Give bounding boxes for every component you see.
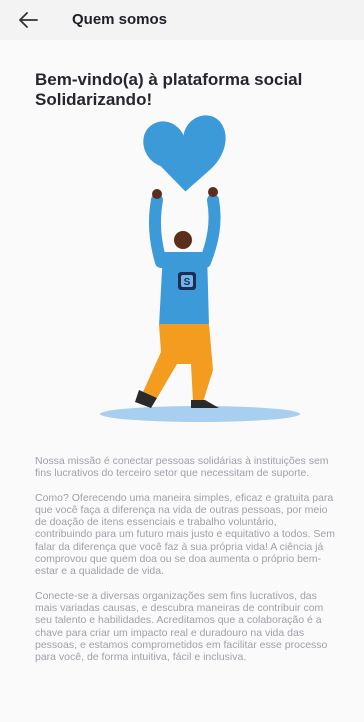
- main-content: Bem-vindo(a) à plataforma social Solidar…: [0, 40, 364, 722]
- svg-text:S: S: [184, 277, 191, 288]
- how-paragraph: Como? Oferecendo uma maneira simples, ef…: [35, 491, 335, 578]
- page-title: Quem somos: [72, 11, 168, 28]
- arrow-left-icon: [19, 12, 38, 28]
- mission-paragraph: Nossa missão é conectar pessoas solidári…: [35, 455, 329, 480]
- heart-shape: [143, 115, 226, 192]
- about-text: Nossa missão é conectar pessoas solidári…: [35, 455, 335, 675]
- connect-paragraph: Conecte-se a diversas organizações sem f…: [35, 589, 328, 664]
- back-button[interactable]: [15, 8, 41, 32]
- pants: [143, 324, 213, 402]
- ground-shadow: [100, 406, 300, 422]
- app-bar: Quem somos: [0, 0, 364, 40]
- person-holding-heart-illustration: S: [100, 115, 300, 422]
